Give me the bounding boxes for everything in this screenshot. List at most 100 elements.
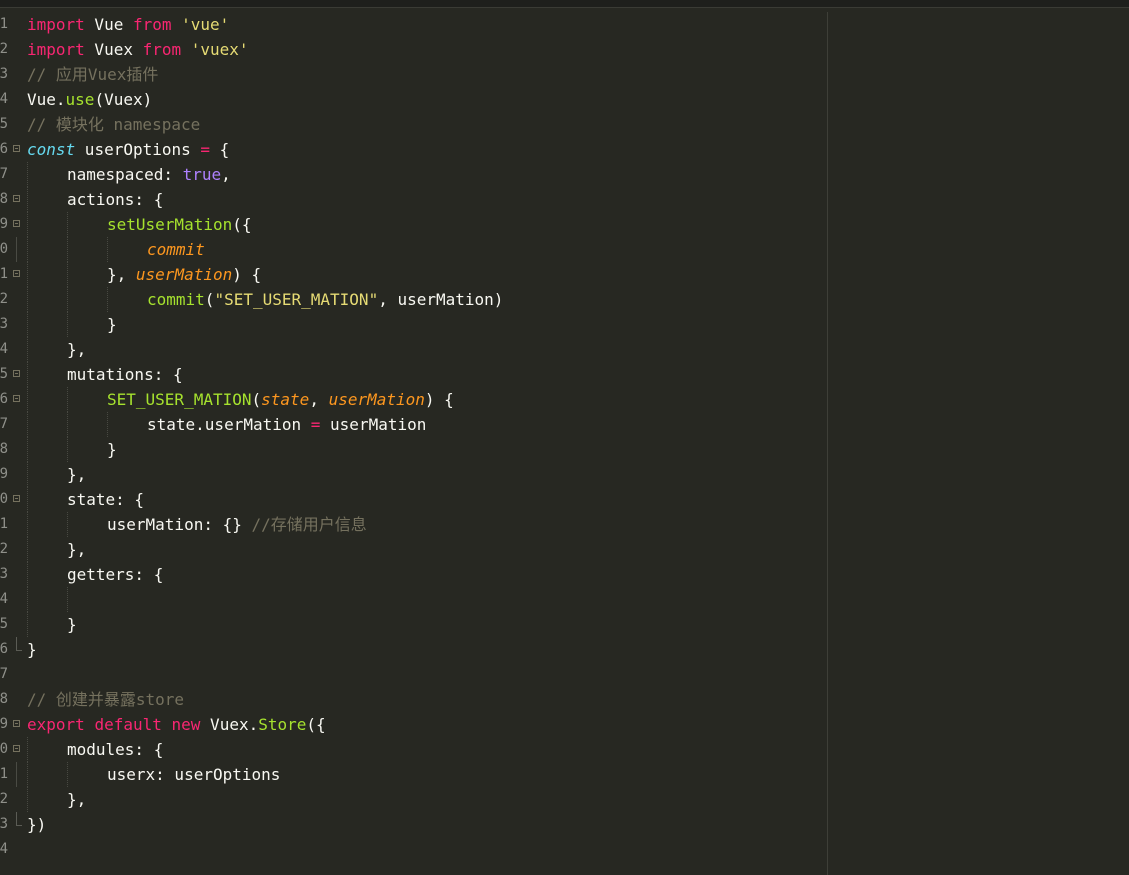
code-text: ({ — [232, 215, 252, 234]
indent-guide — [27, 787, 28, 812]
line-number: 6 — [0, 391, 8, 407]
code-text: } — [27, 640, 37, 659]
indent-guide — [27, 562, 28, 587]
code-text: actions: { — [67, 190, 164, 209]
gutter-line: 3 — [0, 812, 26, 837]
code-text: Vue — [84, 15, 133, 34]
line-number: 3 — [0, 66, 8, 82]
fold-toggle-icon[interactable] — [13, 745, 20, 752]
line-number: 6 — [0, 141, 8, 157]
code-text: ) { — [232, 265, 262, 284]
gutter-line: 6 — [0, 387, 26, 412]
gutter-line: 9 — [0, 462, 26, 487]
fold-toggle-icon[interactable] — [13, 395, 20, 402]
line-number: 7 — [0, 666, 8, 682]
indent-guide — [27, 337, 28, 362]
line-number: 4 — [0, 841, 8, 857]
indent-guide — [27, 612, 28, 637]
gutter-line: 4 — [0, 837, 26, 862]
code-text: ({ — [306, 715, 326, 734]
function-name: Store — [258, 715, 307, 734]
gutter-line: 3 — [0, 312, 26, 337]
line-number: 4 — [0, 91, 8, 107]
gutter-line: 3 — [0, 562, 26, 587]
indent-guide — [67, 262, 68, 287]
indent-guide — [27, 162, 28, 187]
code-line: // 应用Vuex插件 — [27, 62, 822, 87]
line-number: 0 — [0, 491, 8, 507]
line-number: 3 — [0, 566, 8, 582]
fold-toggle-icon[interactable] — [13, 195, 20, 202]
parameter: commit — [147, 240, 205, 259]
code-text: , — [309, 390, 329, 409]
indent-guide — [27, 762, 28, 787]
fold-toggle-icon[interactable] — [13, 720, 20, 727]
line-number: 5 — [0, 116, 8, 132]
code-line: // 模块化 namespace — [27, 112, 822, 137]
code-text: } — [67, 615, 77, 634]
code-text: userOptions — [75, 140, 201, 159]
line-number: 0 — [0, 741, 8, 757]
fold-guide — [16, 762, 17, 787]
code-text: , — [221, 165, 231, 184]
indent-guide — [27, 487, 28, 512]
fold-toggle-icon[interactable] — [13, 220, 20, 227]
indent-guide — [67, 762, 68, 787]
code-text: Vuex. — [200, 715, 259, 734]
gutter-line: 3 — [0, 62, 26, 87]
gutter-line: 7 — [0, 412, 26, 437]
fold-end-marker — [16, 812, 22, 826]
code-text: mutations: { — [67, 365, 183, 384]
code-line: actions: { — [27, 187, 822, 212]
code-text: Vue. — [27, 90, 66, 109]
code-text: ( — [204, 290, 215, 309]
code-text: userx: userOptions — [107, 765, 281, 784]
fold-guide — [16, 237, 17, 262]
gutter-line: 2 — [0, 537, 26, 562]
fold-toggle-icon[interactable] — [13, 495, 20, 502]
indent-guide — [67, 237, 68, 262]
code-text: Vuex — [84, 40, 143, 59]
gutter-line: 8 — [0, 687, 26, 712]
code-editor[interactable]: 1 2 3 4 5 6 7 8 9 0 1 2 3 4 5 6 7 8 9 0 … — [0, 0, 1129, 875]
code-line: const userOptions = { — [27, 137, 822, 162]
code-line — [27, 587, 822, 612]
code-text: state: { — [67, 490, 145, 509]
fold-toggle-icon[interactable] — [13, 145, 20, 152]
line-number: 3 — [0, 816, 8, 832]
fold-end-marker — [16, 637, 22, 651]
indent-guide — [67, 437, 68, 462]
parameter: userMation — [328, 390, 425, 409]
fold-toggle-icon[interactable] — [13, 270, 20, 277]
code-area[interactable]: import Vue from 'vue' import Vuex from '… — [27, 12, 822, 862]
fold-toggle-icon[interactable] — [13, 370, 20, 377]
keyword: default — [94, 715, 162, 734]
code-line: } — [27, 612, 822, 637]
line-number: 4 — [0, 591, 8, 607]
string-literal: 'vuex' — [190, 40, 249, 59]
keyword: export — [27, 715, 85, 734]
code-line: SET_USER_MATION(state, userMation) { — [27, 387, 822, 412]
indent-guide — [27, 537, 28, 562]
code-text: ( — [251, 390, 262, 409]
code-text: ) { — [424, 390, 454, 409]
gutter-line: 1 — [0, 512, 26, 537]
indent-guide — [27, 237, 28, 262]
comment: // 创建并暴露store — [27, 690, 185, 709]
operator: = — [200, 140, 211, 159]
line-number: 9 — [0, 466, 8, 482]
column-ruler — [827, 12, 828, 875]
code-line: userx: userOptions — [27, 762, 822, 787]
line-number: 6 — [0, 641, 8, 657]
code-line: userMation: {} //存储用户信息 — [27, 512, 822, 537]
function-name: use — [65, 90, 95, 109]
gutter-line: 8 — [0, 437, 26, 462]
line-number: 8 — [0, 441, 8, 457]
code-text: { — [210, 140, 230, 159]
code-text: } — [107, 440, 117, 459]
code-text: }, — [67, 340, 87, 359]
function-name: commit — [147, 290, 205, 309]
